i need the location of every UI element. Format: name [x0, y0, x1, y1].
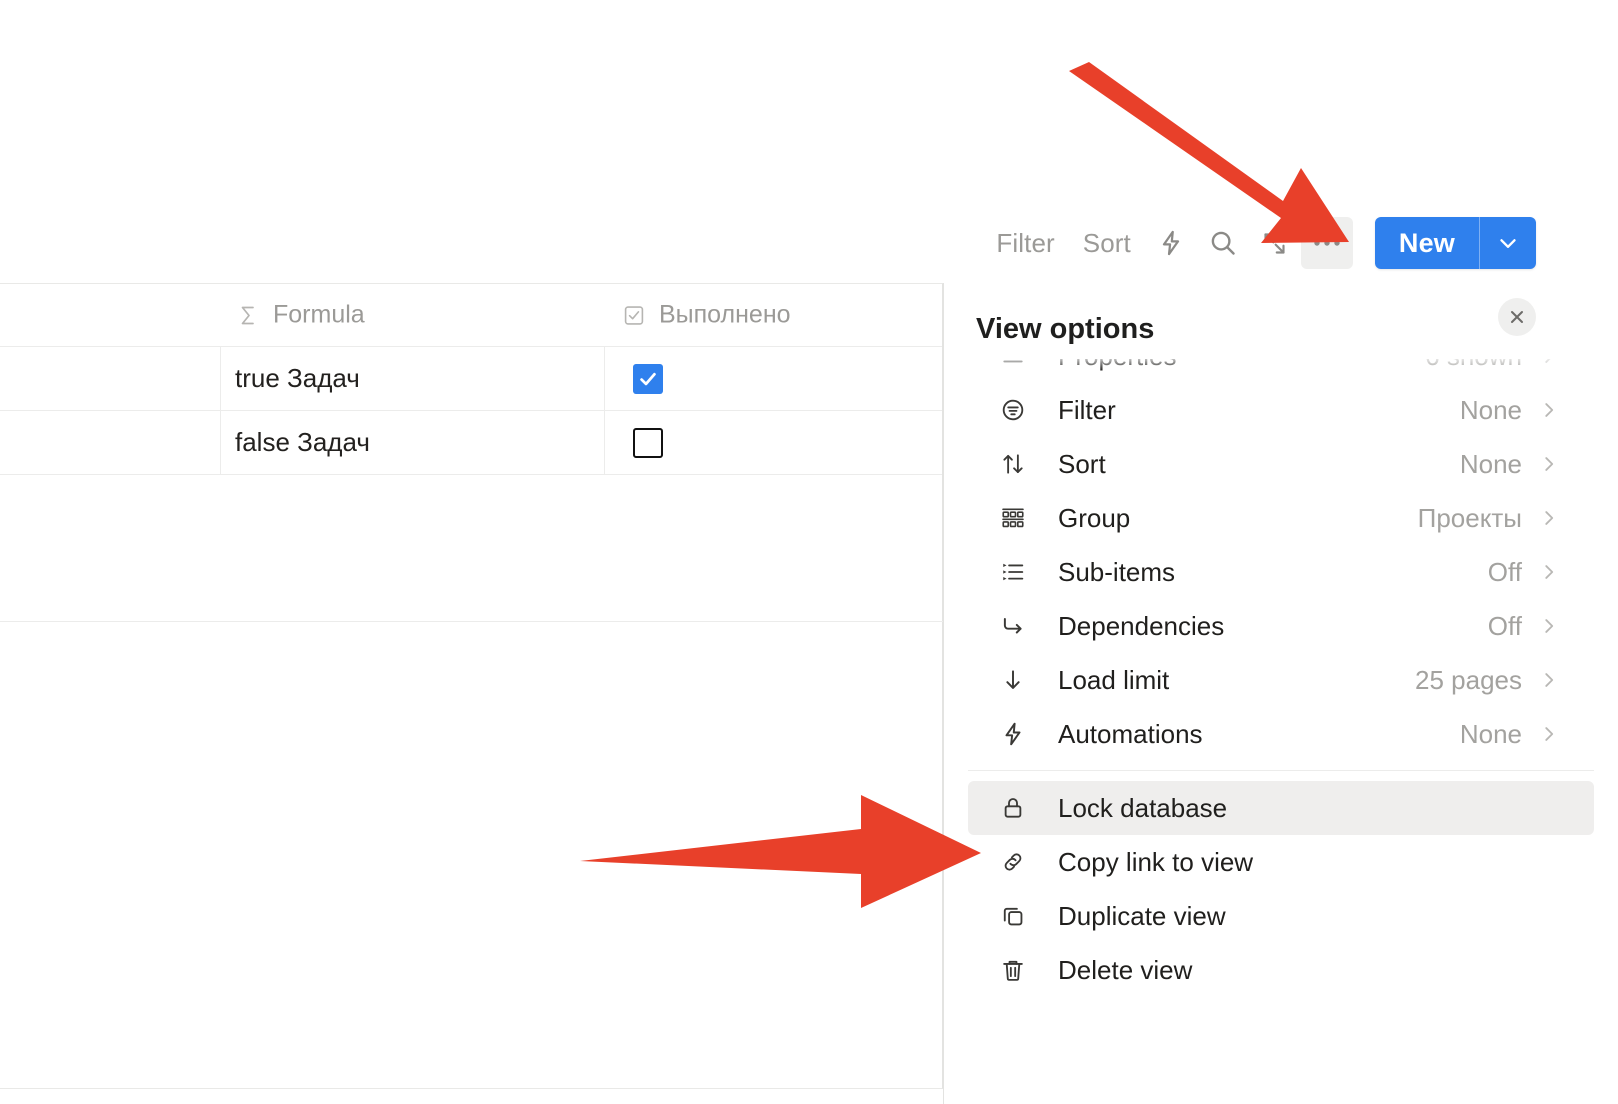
menu-item-dependencies-label: Dependencies	[1058, 610, 1225, 641]
chevron-right-icon	[1538, 399, 1560, 421]
menu-item-copy-link-to-view-label: Copy link to view	[1058, 846, 1254, 877]
sort-button[interactable]: Sort	[1069, 228, 1145, 259]
menu-item-sub-items[interactable]: Sub-items Off	[968, 545, 1594, 599]
lock-icon	[1000, 795, 1034, 821]
menu-item-dependencies[interactable]: Dependencies Off	[968, 599, 1594, 653]
ellipsis-icon[interactable]	[1300, 217, 1353, 269]
menu-item-group[interactable]: Group Проекты	[968, 491, 1594, 545]
table-header-row: Formula Выполнено	[0, 284, 942, 346]
menu-divider	[968, 770, 1594, 771]
menu-item-duplicate-view[interactable]: Duplicate view	[968, 889, 1594, 943]
menu-item-group-label: Group	[1058, 502, 1131, 533]
lightning-icon[interactable]	[1145, 217, 1197, 269]
table-row[interactable]: true Задач	[0, 346, 942, 410]
menu-item-duplicate-view-label: Duplicate view	[1058, 900, 1226, 931]
menu-item-sub-items-label: Sub-items	[1058, 556, 1176, 587]
database-table: Formula Выполнено true Задач false Задач	[0, 283, 943, 1089]
cell-blank[interactable]	[0, 411, 221, 474]
table-new-row[interactable]	[0, 474, 942, 541]
table-divider	[0, 621, 943, 622]
menu-item-filter-label: Filter	[1058, 394, 1116, 425]
chevron-right-icon	[1538, 453, 1560, 475]
chevron-right-icon	[1538, 615, 1560, 637]
column-header-formula-label: Formula	[273, 300, 365, 329]
cell-done[interactable]	[605, 347, 943, 410]
menu-item-lock-database[interactable]: Lock database	[968, 781, 1594, 835]
database-toolbar: Filter Sort New	[982, 214, 1536, 272]
new-button[interactable]: New	[1375, 217, 1479, 269]
load-limit-icon	[1000, 667, 1034, 693]
cell-done[interactable]	[605, 411, 943, 474]
chevron-right-icon	[1538, 669, 1560, 691]
column-header-done-label: Выполнено	[659, 300, 791, 329]
menu-item-filter[interactable]: Filter None	[968, 383, 1594, 437]
filter-icon	[1000, 397, 1034, 423]
menu-item-load-limit-label: Load limit	[1058, 664, 1170, 695]
filter-button[interactable]: Filter	[982, 228, 1068, 259]
menu-item-delete-view[interactable]: Delete view	[968, 943, 1594, 997]
menu-item-group-value: Проекты	[1417, 502, 1522, 533]
menu-item-sort[interactable]: Sort None	[968, 437, 1594, 491]
chevron-down-icon[interactable]	[1480, 217, 1536, 269]
menu-item-sort-value: None	[1459, 448, 1522, 479]
close-icon[interactable]	[1498, 298, 1536, 336]
menu-item-filter-value: None	[1459, 394, 1522, 425]
view-options-menu: Properties 6 shown Filter None	[944, 329, 1618, 997]
expand-icon[interactable]	[1249, 217, 1301, 269]
cell-formula[interactable]: true Задач	[221, 347, 605, 410]
view-options-header: View options	[944, 283, 1618, 359]
checkbox-icon	[622, 303, 646, 327]
automations-icon	[1000, 721, 1034, 747]
menu-item-dependencies-value: Off	[1487, 610, 1522, 641]
menu-item-lock-database-label: Lock database	[1058, 792, 1228, 823]
menu-item-delete-view-label: Delete view	[1058, 954, 1193, 985]
menu-item-copy-link-to-view[interactable]: Copy link to view	[968, 835, 1594, 889]
screenshot-root: Filter Sort New Formula Выполнено true З…	[0, 0, 1618, 1104]
subitems-icon	[1000, 559, 1034, 585]
link-icon	[1000, 849, 1034, 875]
search-icon[interactable]	[1197, 217, 1249, 269]
cell-formula[interactable]: false Задач	[221, 411, 605, 474]
menu-item-automations-value: None	[1459, 718, 1522, 749]
column-header-formula[interactable]: Formula	[236, 301, 365, 330]
menu-item-sort-label: Sort	[1058, 448, 1106, 479]
dependencies-icon	[1000, 613, 1034, 639]
chevron-right-icon	[1538, 561, 1560, 583]
chevron-right-icon	[1538, 723, 1560, 745]
menu-item-load-limit[interactable]: Load limit 25 pages	[968, 653, 1594, 707]
view-options-panel: Properties 6 shown Filter None	[943, 283, 1618, 1104]
checkbox-checked[interactable]	[633, 363, 663, 394]
menu-item-automations[interactable]: Automations None	[968, 707, 1594, 761]
menu-item-sub-items-value: Off	[1487, 556, 1522, 587]
sort-icon	[1000, 451, 1034, 477]
new-button-group[interactable]: New	[1374, 217, 1536, 269]
group-icon	[1000, 505, 1034, 531]
duplicate-icon	[1000, 903, 1034, 929]
column-header-done[interactable]: Выполнено	[622, 301, 791, 330]
trash-icon	[1000, 957, 1034, 983]
menu-item-automations-label: Automations	[1058, 718, 1203, 749]
menu-item-load-limit-value: 25 pages	[1415, 664, 1522, 695]
sigma-icon	[236, 303, 260, 327]
checkbox-unchecked[interactable]	[633, 427, 663, 458]
cell-blank[interactable]	[0, 347, 221, 410]
table-row[interactable]: false Задач	[0, 410, 942, 474]
page-title: View options	[976, 313, 1155, 345]
chevron-right-icon	[1538, 507, 1560, 529]
